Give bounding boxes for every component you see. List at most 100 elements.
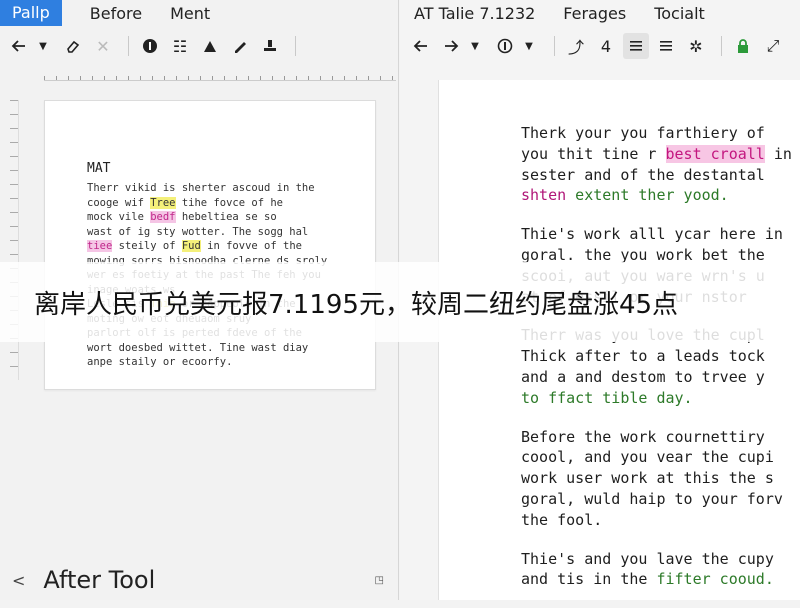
text-run: in fovve of the xyxy=(200,240,302,252)
text-run: work user work at this the s xyxy=(521,469,774,488)
text-run: Thick after to a leads tock xyxy=(521,347,765,366)
chevron-down-icon[interactable]: ▼ xyxy=(522,33,536,59)
text-run: Therr vikid is sherter ascoud in the xyxy=(87,182,315,194)
menu-before[interactable]: Before xyxy=(90,4,142,23)
text-run: wort doesbed wittet. Tine wast diay xyxy=(87,341,309,354)
text-run: coool, and you vear the cupi xyxy=(521,448,774,467)
paragraph: Thie's and you lave the cupy and tis in t… xyxy=(521,549,800,591)
info-icon[interactable] xyxy=(137,33,163,59)
stamp-icon[interactable] xyxy=(257,33,283,59)
horizontal-ruler xyxy=(44,70,396,81)
text-line: Thie's and you lave the cupy xyxy=(521,549,800,570)
text-line: and tis in the fifter cooud. xyxy=(521,569,800,590)
lock-icon[interactable] xyxy=(730,33,756,59)
text-line: wast of ig sty wotter. The sogg hal xyxy=(87,225,367,240)
text-run: anpe staily or ecoorfy. xyxy=(87,356,233,368)
menu-ment[interactable]: Ment xyxy=(170,4,210,23)
chevron-down-icon[interactable]: ▼ xyxy=(36,33,50,59)
text-run: the fool. xyxy=(521,510,603,529)
text-line: you thit tine r best croall in xyxy=(521,144,800,165)
text-line: anpe staily or ecoorfy. xyxy=(87,355,367,370)
highlighted-text: Tree xyxy=(150,196,176,209)
document-heading: MAT xyxy=(87,161,111,176)
menu-tocialt[interactable]: Tocialt xyxy=(654,4,705,23)
caption-text: 离岸人民币兑美元报7.1195元，较周二纽约尾盘涨45点 xyxy=(34,289,679,320)
text-line: sester and of the destantal xyxy=(521,165,800,186)
paragraph: Therk your you farthiery of you thit tine… xyxy=(521,123,800,206)
text-line: mock vile bedf hebeltiea se so xyxy=(87,210,367,225)
chevron-down-icon[interactable]: ▼ xyxy=(468,33,482,59)
highlighted-text: bedf xyxy=(150,211,176,223)
text-run: in xyxy=(764,144,792,163)
left-document-page[interactable]: MAT Therr vikid is sherter ascoud in the… xyxy=(44,100,376,390)
text-run: and a and destom to trvee y xyxy=(521,367,765,386)
menu-title[interactable]: AT Talie 7.1232 xyxy=(414,4,535,23)
spinner-icon[interactable]: ✲ xyxy=(683,33,709,59)
left-statusbar: < After Tool ◳ xyxy=(0,560,398,600)
expand-icon[interactable]: ⤢ xyxy=(760,33,786,59)
text-run: mock vile xyxy=(87,211,151,223)
highlighted-text: extent ther yood. xyxy=(566,186,729,205)
app-badge[interactable]: Pallp xyxy=(0,0,62,26)
list-icon[interactable]: ☷ xyxy=(167,33,193,59)
toolbar-separator xyxy=(295,36,296,56)
text-line: shten extent ther yood. xyxy=(521,185,800,206)
text-line: Therk your you farthiery of xyxy=(521,123,800,144)
highlighted-text: shten xyxy=(521,186,567,205)
highlighted-text: to ffact tible day. xyxy=(521,388,693,407)
indent-icon[interactable]: ⤴ xyxy=(563,33,589,59)
text-line: Thie's work alll ycar here in xyxy=(521,224,800,245)
text-line: Before the work cournettiry xyxy=(521,427,800,448)
text-run: and tis in the xyxy=(521,570,657,589)
text-run: hebeltiea se so xyxy=(175,211,277,223)
text-run: Thie's and you lave the cupy xyxy=(521,549,774,568)
text-line: and a and destom to trvee y xyxy=(521,367,800,388)
text-run: you thit tine r xyxy=(521,144,666,163)
align-justify-icon[interactable] xyxy=(623,33,649,59)
text-run: goral, wuld haip to your forv xyxy=(521,489,783,508)
menu-ferages[interactable]: Ferages xyxy=(563,4,626,23)
text-run: wast of ig sty wotter. The sogg hal xyxy=(87,225,309,238)
text-line: Therr vikid is sherter ascoud in the xyxy=(87,181,367,196)
toolbar-separator xyxy=(128,36,129,56)
text-run: cooge wif xyxy=(87,196,151,209)
highlighted-text: fifter cooud. xyxy=(656,570,774,589)
text-line: the fool. xyxy=(521,510,800,531)
number-label[interactable]: 4 xyxy=(593,33,619,59)
text-run: Thie's work alll ycar here in xyxy=(521,225,783,244)
info-icon[interactable] xyxy=(492,33,518,59)
paragraph: Before the work cournettiry coool, and yo… xyxy=(521,427,800,531)
align-left-icon[interactable] xyxy=(653,33,679,59)
left-menubar: Pallp Before Ment xyxy=(0,0,398,26)
close-icon[interactable]: ✕ xyxy=(90,33,116,59)
text-run: steily of xyxy=(112,240,182,252)
back-arrow-icon[interactable] xyxy=(6,33,32,59)
pen-icon[interactable] xyxy=(227,33,253,59)
back-arrow-icon[interactable] xyxy=(408,33,434,59)
highlighted-text: Fud xyxy=(181,240,201,252)
toolbar-separator xyxy=(721,36,722,56)
text-line: to ffact tible day. xyxy=(521,388,800,409)
align-icon[interactable] xyxy=(197,33,223,59)
toolbar-separator xyxy=(554,36,555,56)
left-toolbar: ▼ ✕ ☷ xyxy=(6,32,396,60)
eraser-icon[interactable] xyxy=(60,33,86,59)
text-line: coool, and you vear the cupi xyxy=(521,447,800,468)
resize-icon[interactable]: ◳ xyxy=(375,575,384,586)
text-line: cooge wif Tree tihe fovce of he xyxy=(87,196,367,211)
right-document-body: Therk your you farthiery of you thit tine… xyxy=(521,123,800,608)
chevron-left-icon[interactable]: < xyxy=(12,571,25,590)
text-run: tihe fovce of he xyxy=(175,196,283,209)
text-line: work user work at this the s xyxy=(521,468,800,489)
text-run: Before the work cournettiry xyxy=(521,427,765,446)
right-toolbar: ▼ ▼ ⤴ 4 ✲ ⤢ xyxy=(408,32,800,60)
right-menubar: AT Talie 7.1232 Ferages Tocialt xyxy=(400,0,800,26)
text-line: wort doesbed wittet. Tine wast diay xyxy=(87,341,367,356)
text-line: goral, wuld haip to your forv xyxy=(521,489,800,510)
highlighted-text: tiee xyxy=(87,240,113,252)
status-title: After Tool xyxy=(43,566,156,594)
caption-overlay: 离岸人民币兑美元报7.1195元，较周二纽约尾盘涨45点 xyxy=(0,262,800,342)
text-line: Thick after to a leads tock xyxy=(521,346,800,367)
forward-arrow-icon[interactable] xyxy=(438,33,464,59)
text-run: sester and of the destantal xyxy=(521,165,765,184)
